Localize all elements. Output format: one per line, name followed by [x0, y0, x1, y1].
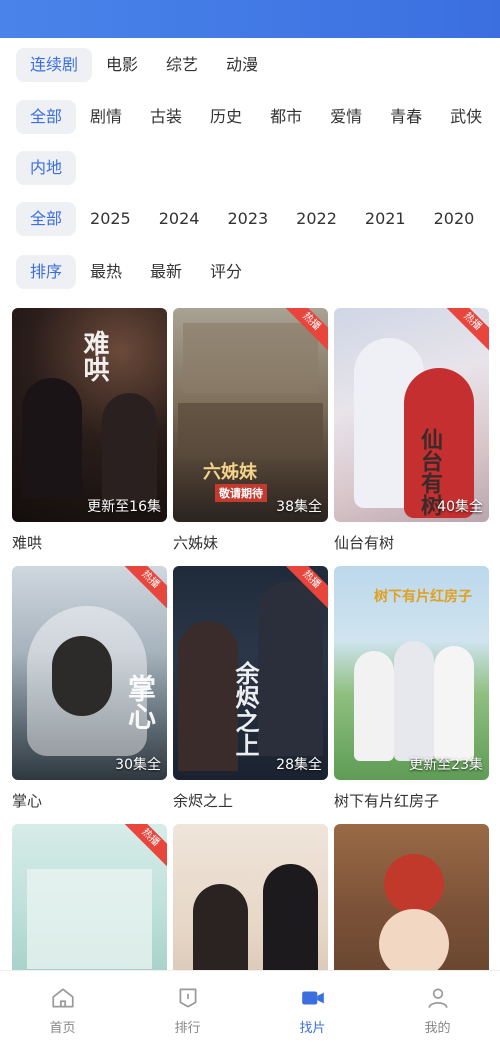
episode-badge: 更新至16集	[87, 499, 161, 515]
tab-label: 找片	[299, 1021, 326, 1036]
genre-chip[interactable]: 剧情	[76, 100, 136, 134]
region-filter-row: 内地	[0, 149, 500, 187]
poster-title-art: 余烬之上	[231, 661, 260, 757]
genre-chip[interactable]: 古装	[136, 100, 196, 134]
category-chip[interactable]: 综艺	[152, 48, 212, 82]
bottom-tab-bar: 首页 排行 找片 我的	[0, 970, 500, 1045]
year-chip[interactable]: 全部	[16, 202, 77, 236]
genre-chip[interactable]: 武侠	[436, 100, 496, 134]
poster-image: 难哄 更新至16集	[12, 308, 167, 522]
video-title: 难哄	[12, 534, 43, 552]
poster-image: 树下有片红房子 更新至23集	[334, 566, 489, 780]
category-chip[interactable]: 电影	[92, 48, 152, 82]
ranking-icon	[179, 988, 196, 1008]
sort-chip[interactable]: 排序	[16, 255, 77, 289]
genre-chip[interactable]: 爱情	[316, 100, 376, 134]
home-icon	[51, 988, 74, 1008]
sort-chip[interactable]: 评分	[196, 255, 256, 289]
video-title: 仙台有树	[334, 534, 395, 552]
year-filter-row: 全部 2025 2024 2023 2022 2021 2020	[0, 200, 500, 238]
genre-chip[interactable]: 历史	[196, 100, 256, 134]
tab-profile[interactable]: 我的	[375, 971, 500, 1045]
poster-title-art: 树下有片红房子	[374, 589, 472, 605]
episode-badge: 更新至23集	[409, 757, 483, 773]
category-chip[interactable]: 连续剧	[16, 48, 93, 82]
video-title: 六姊妹	[173, 534, 219, 552]
tab-find-videos[interactable]: 找片	[250, 971, 375, 1045]
poster-image: 仙台有树 热播 40集全	[334, 308, 489, 522]
region-chip[interactable]: 内地	[16, 151, 77, 185]
sort-chip[interactable]: 最热	[76, 255, 136, 289]
year-chip[interactable]: 2021	[351, 202, 420, 236]
sort-filter-row: 排序 最热 最新 评分	[0, 253, 500, 291]
poster-image: 掌心 热播 30集全	[12, 566, 167, 780]
poster-image: 六姊妹 敬请期待 热播 38集全	[173, 308, 328, 522]
hot-badge: 热播	[441, 308, 489, 353]
episode-badge: 30集全	[115, 757, 161, 773]
tab-label: 我的	[424, 1021, 451, 1036]
poster-subtitle-art: 敬请期待	[215, 484, 267, 502]
genre-chip[interactable]: 全部	[16, 100, 77, 134]
poster-title-art: 难哄	[79, 330, 109, 382]
episode-badge: 40集全	[437, 499, 483, 515]
hot-badge: 热播	[119, 824, 167, 869]
poster-title-art: 六姊妹	[203, 462, 257, 483]
year-chip[interactable]: 2025	[76, 202, 145, 236]
tab-home[interactable]: 首页	[0, 971, 125, 1045]
status-bar	[0, 0, 500, 38]
genre-filter-row: 全部 剧情 古装 历史 都市 爱情 青春 武侠	[0, 98, 500, 136]
video-title: 树下有片红房子	[334, 792, 440, 810]
tab-label: 首页	[49, 1021, 76, 1036]
video-title: 余烬之上	[173, 792, 234, 810]
genre-chip[interactable]: 青春	[376, 100, 436, 134]
video-camera-icon	[301, 991, 324, 1005]
video-title: 掌心	[12, 792, 43, 810]
episode-badge: 28集全	[276, 757, 322, 773]
year-chip[interactable]: 2024	[145, 202, 214, 236]
year-chip[interactable]: 2022	[282, 202, 351, 236]
episode-badge: 38集全	[276, 499, 322, 515]
year-chip[interactable]: 2020	[420, 202, 489, 236]
category-filter-row: 连续剧 电影 综艺 动漫	[0, 46, 500, 84]
sort-chip[interactable]: 最新	[136, 255, 196, 289]
tab-ranking[interactable]: 排行	[125, 971, 250, 1045]
year-chip[interactable]: 2023	[213, 202, 282, 236]
genre-chip[interactable]: 都市	[256, 100, 316, 134]
poster-image: 余烬之上 热播 28集全	[173, 566, 328, 780]
tab-label: 排行	[174, 1021, 201, 1036]
category-chip[interactable]: 动漫	[212, 48, 272, 82]
user-icon	[427, 988, 448, 1009]
poster-title-art: 掌心	[124, 674, 157, 730]
hot-badge: 热播	[119, 566, 167, 611]
